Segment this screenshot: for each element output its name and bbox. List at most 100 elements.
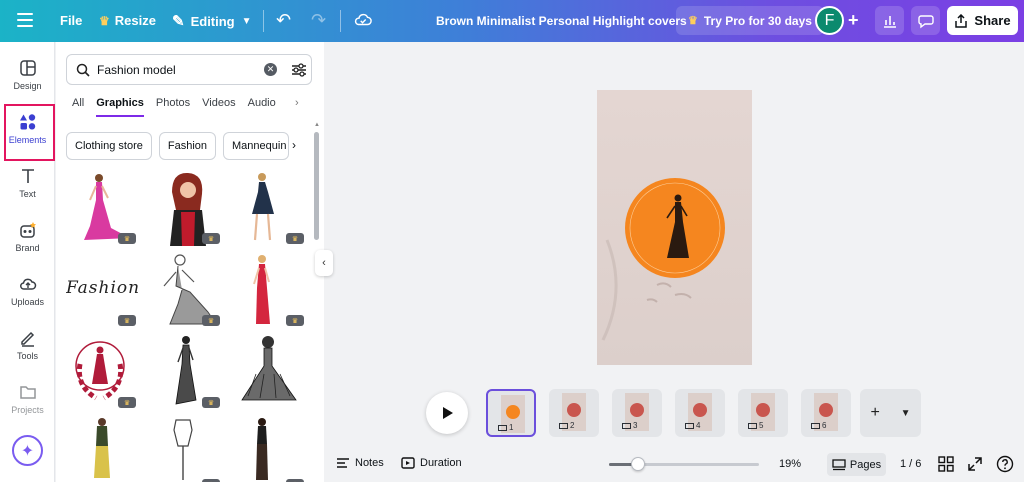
graphic-bw-long-dress[interactable]: ♛ xyxy=(150,334,226,410)
graphic-mannequin-outline[interactable]: ♛ xyxy=(150,416,226,482)
chip-mannequin[interactable]: Mannequin xyxy=(223,132,290,160)
graphic-red-gown-model[interactable]: ♛ xyxy=(234,252,306,328)
thumbnail-circle xyxy=(567,403,581,417)
tab-videos[interactable]: Videos xyxy=(202,97,235,117)
tab-audio[interactable]: Audio xyxy=(248,97,276,117)
duration-button[interactable]: Duration xyxy=(401,457,462,469)
help-icon[interactable] xyxy=(996,455,1014,473)
redo-icon[interactable]: ↷ xyxy=(311,10,326,31)
rail-item-design[interactable]: Design xyxy=(0,59,55,91)
magic-sparkle-button[interactable]: ✦ xyxy=(12,435,43,466)
add-collaborator-icon[interactable]: + xyxy=(848,10,859,31)
play-button[interactable] xyxy=(426,392,468,434)
left-rail: Design Elements Text Brand Uploads Tools xyxy=(0,42,55,482)
graphic-sketch-seated-model[interactable]: ♛ xyxy=(150,252,226,328)
rail-item-brand[interactable]: Brand xyxy=(0,221,55,253)
graphic-bw-ballgown[interactable] xyxy=(234,334,306,410)
page-icon xyxy=(559,422,568,429)
pages-label: Pages xyxy=(849,458,882,471)
pro-crown-icon: ♛ xyxy=(118,397,136,408)
chevron-down-icon: ▼ xyxy=(241,15,252,27)
chip-fashion[interactable]: Fashion xyxy=(158,132,217,160)
graphic-blue-dress-model[interactable]: ♛ xyxy=(234,170,306,246)
chevron-right-icon[interactable]: › xyxy=(292,138,296,152)
pro-crown-icon: ♛ xyxy=(202,397,220,408)
rail-label: Projects xyxy=(11,405,44,415)
divider xyxy=(340,10,341,32)
timer-icon xyxy=(401,457,415,469)
pro-crown-icon: ♛ xyxy=(286,233,304,244)
mannequin-illustration xyxy=(173,419,193,480)
design-page[interactable] xyxy=(597,90,752,365)
add-page-button[interactable]: + ▼ xyxy=(860,389,921,437)
chevron-right-icon[interactable]: › xyxy=(295,97,299,109)
page-icon xyxy=(811,422,820,429)
rail-item-uploads[interactable]: Uploads xyxy=(0,275,55,307)
graphic-red-hair-model[interactable]: ♛ xyxy=(150,170,226,246)
editing-mode-dropdown[interactable]: ✎ Editing ▼ xyxy=(172,11,252,31)
crown-icon: ♛ xyxy=(688,15,698,27)
thumbnail-circle xyxy=(630,403,644,417)
scroll-up-icon[interactable]: ▲ xyxy=(314,122,320,128)
page-thumbnail-4[interactable]: 4 xyxy=(675,389,725,437)
cloud-sync-icon[interactable] xyxy=(354,11,372,29)
try-pro-label: Try Pro for 30 days xyxy=(703,13,812,28)
undo-icon[interactable]: ↶ xyxy=(276,10,291,31)
chevron-down-icon[interactable]: ▼ xyxy=(901,408,911,419)
rail-item-text[interactable]: Text xyxy=(0,167,55,199)
zoom-percentage[interactable]: 19% xyxy=(779,458,801,470)
graphic-yellow-outfit-model[interactable] xyxy=(66,416,142,482)
rail-label: Brand xyxy=(15,243,40,253)
page-thumbnail-2[interactable]: 2 xyxy=(549,389,599,437)
share-button[interactable]: Share xyxy=(947,6,1018,35)
page-thumbnail-3[interactable]: 3 xyxy=(612,389,662,437)
zoom-slider[interactable] xyxy=(609,457,759,471)
cloud-upload-icon xyxy=(19,278,36,290)
search-input[interactable]: Fashion model ✕ xyxy=(66,54,312,85)
thumbnail-circle xyxy=(506,405,520,419)
sparkle-icon: ✦ xyxy=(20,442,35,460)
graphic-dark-pants-model[interactable]: ♛ xyxy=(234,416,306,482)
grid-view-icon[interactable] xyxy=(937,455,955,473)
fullscreen-icon[interactable] xyxy=(966,455,984,473)
page-counter: 1 / 6 xyxy=(900,458,922,470)
elements-panel: Fashion model ✕ All Graphics Photos Vide… xyxy=(56,42,324,482)
notes-button[interactable]: Notes xyxy=(336,457,384,469)
graphic-pink-gown-model[interactable]: ♛ xyxy=(66,170,142,246)
design-title[interactable]: Brown Minimalist Personal Highlight cove… xyxy=(436,14,687,28)
suggestion-chips: Clothing store Fashion Mannequin xyxy=(66,132,296,160)
file-menu[interactable]: File xyxy=(60,13,82,28)
avatar[interactable]: F xyxy=(815,6,844,35)
tab-photos[interactable]: Photos xyxy=(156,97,190,117)
plus-icon[interactable]: + xyxy=(870,404,879,422)
page-thumbnail-5[interactable]: 5 xyxy=(738,389,788,437)
zoom-slider-handle[interactable] xyxy=(630,457,645,471)
rail-label: Text xyxy=(19,189,36,199)
graphic-fashion-script[interactable]: Fashion ♛ xyxy=(66,252,142,328)
top-toolbar: File ♛ Resize ✎ Editing ▼ ↶ ↷ Brown Mini… xyxy=(0,0,1024,42)
rail-item-tools[interactable]: Tools xyxy=(0,329,55,361)
resize-button[interactable]: ♛ Resize xyxy=(99,13,156,28)
rail-item-projects[interactable]: Projects xyxy=(0,383,55,415)
insights-button[interactable] xyxy=(875,6,904,35)
share-icon xyxy=(955,13,968,28)
try-pro-button[interactable]: ♛ Try Pro for 30 days xyxy=(676,6,824,35)
clear-search-icon[interactable]: ✕ xyxy=(264,63,277,76)
search-icon xyxy=(76,63,90,77)
menu-icon[interactable] xyxy=(17,13,33,27)
panel-scrollbar[interactable] xyxy=(314,132,319,240)
page-thumbnail-6[interactable]: 6 xyxy=(801,389,851,437)
comment-icon xyxy=(917,14,934,28)
page-thumbnail-1[interactable]: 1 xyxy=(486,389,536,437)
tab-all[interactable]: All xyxy=(72,97,84,117)
graphic-laurel-emblem[interactable]: ♛ xyxy=(66,334,142,410)
pages-view-button[interactable]: Pages xyxy=(827,453,886,476)
tab-graphics[interactable]: Graphics xyxy=(96,97,144,117)
folder-icon xyxy=(19,386,36,399)
comments-button[interactable] xyxy=(911,6,940,35)
editing-label: Editing xyxy=(190,13,235,29)
highlight-cover-artwork xyxy=(597,90,752,365)
rail-label: Design xyxy=(13,81,42,91)
chip-clothing-store[interactable]: Clothing store xyxy=(66,132,152,160)
filter-sliders-icon[interactable] xyxy=(291,62,307,78)
